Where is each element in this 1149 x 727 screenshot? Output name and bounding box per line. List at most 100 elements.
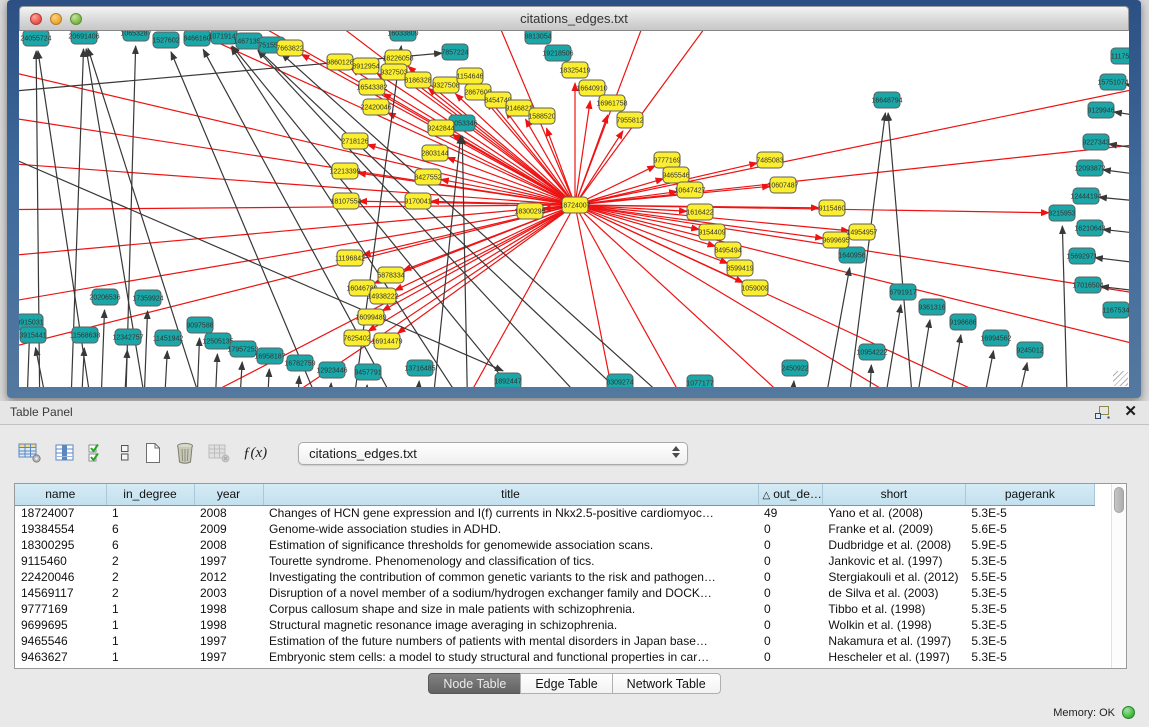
graph-node-label: 9129946 bbox=[1087, 108, 1114, 115]
table-cell: Tibbo et al. (1998) bbox=[822, 601, 965, 617]
close-panel-icon[interactable]: ✕ bbox=[1124, 404, 1137, 420]
graph-node-label: 9227343 bbox=[1082, 140, 1109, 147]
table-row[interactable]: 1830029562008Estimation of significance … bbox=[15, 537, 1094, 553]
tab-node-table[interactable]: Node Table bbox=[428, 673, 521, 694]
column-header[interactable]: in_degree bbox=[106, 484, 194, 505]
tab-network-table[interactable]: Network Table bbox=[612, 673, 721, 694]
show-columns-icon[interactable] bbox=[55, 443, 75, 463]
table-row[interactable]: 969969511998Structural magnetic resonanc… bbox=[15, 617, 1094, 633]
memory-indicator[interactable] bbox=[1122, 706, 1135, 719]
table-cell: 2 bbox=[106, 553, 194, 569]
table-cell: 5.3E-5 bbox=[965, 633, 1094, 649]
graph-node-label: 8599419 bbox=[726, 266, 753, 273]
table-row[interactable]: 2242004622012Investigating the contribut… bbox=[15, 569, 1094, 585]
table-cell: 9463627 bbox=[15, 649, 106, 665]
graph-node-label: 8915031 bbox=[19, 320, 44, 327]
network-canvas-svg[interactable]: 2405572420691406106532871527602846616010… bbox=[19, 31, 1129, 387]
table-cell: de Silva et al. (2003) bbox=[822, 585, 965, 601]
table-scrollbar[interactable] bbox=[1111, 484, 1126, 668]
table-panel: Table Panel ✕ bbox=[0, 401, 1149, 727]
float-window-icon[interactable] bbox=[1095, 406, 1110, 419]
graph-edge-black bbox=[868, 365, 871, 387]
graph-node-label: 18107554 bbox=[330, 199, 361, 206]
graph-node-label: 10607487 bbox=[767, 183, 798, 190]
table-cell: Wolkin et al. (1998) bbox=[822, 617, 965, 633]
column-header[interactable]: △out_de… bbox=[758, 484, 822, 505]
delete-icon[interactable] bbox=[175, 442, 195, 464]
table-cell: 1997 bbox=[194, 633, 263, 649]
table-cell: 14569117 bbox=[15, 585, 106, 601]
tab-edge-table[interactable]: Edge Table bbox=[520, 673, 612, 694]
graph-node-label: 9245012 bbox=[1016, 348, 1043, 355]
new-file-icon[interactable] bbox=[144, 442, 162, 464]
table-cell: 2008 bbox=[194, 537, 263, 553]
table-cell: 5.9E-5 bbox=[965, 537, 1094, 553]
column-header[interactable]: title bbox=[263, 484, 758, 505]
select-columns-icon[interactable] bbox=[88, 443, 106, 463]
graph-node-label: 12093872 bbox=[1074, 166, 1105, 173]
table-cell: 19384554 bbox=[15, 521, 106, 537]
table-source-value: citations_edges.txt bbox=[309, 446, 417, 461]
table-cell: 1 bbox=[106, 649, 194, 665]
function-builder-icon[interactable]: ƒ(x) bbox=[243, 444, 267, 462]
table-cell: 5.3E-5 bbox=[965, 505, 1094, 521]
network-canvas[interactable]: 2405572420691406106532871527602846616010… bbox=[19, 31, 1129, 387]
table-cell: 1997 bbox=[194, 649, 263, 665]
table-options-icon[interactable] bbox=[18, 443, 42, 463]
table-cell: Estimation of the future numbers of pati… bbox=[263, 633, 758, 649]
table-cell: Hescheler et al. (1997) bbox=[822, 649, 965, 665]
table-row[interactable]: 1456911722003Disruption of a novel membe… bbox=[15, 585, 1094, 601]
column-header[interactable]: name bbox=[15, 484, 106, 505]
table-panel-titlebar: Table Panel ✕ bbox=[0, 401, 1149, 425]
network-window-titlebar[interactable]: citations_edges.txt bbox=[19, 6, 1129, 31]
column-header[interactable]: short bbox=[822, 484, 965, 505]
graph-node-label: 16958187 bbox=[254, 354, 285, 361]
graph-node-label: 14954957 bbox=[846, 230, 877, 237]
table-row[interactable]: 1938455462009Genome-wide association stu… bbox=[15, 521, 1094, 537]
table-cell: 18724007 bbox=[15, 505, 106, 521]
graph-node-label: 12505135 bbox=[202, 339, 233, 346]
graph-node-label: 5878334 bbox=[377, 273, 404, 280]
graph-node-label: 17359924 bbox=[132, 296, 163, 303]
table-cell: 1 bbox=[106, 601, 194, 617]
table-row[interactable]: 977716911998Corpus callosum shape and si… bbox=[15, 601, 1094, 617]
graph-node-label: 18724007 bbox=[559, 203, 590, 210]
graph-node-label: 9097588 bbox=[186, 323, 213, 330]
table-cell: Changes of HCN gene expression and I(f) … bbox=[263, 505, 758, 521]
column-header[interactable]: pagerank bbox=[965, 484, 1094, 505]
graph-node-label: 24055724 bbox=[20, 36, 51, 43]
table-cell: Genome-wide association studies in ADHD. bbox=[263, 521, 758, 537]
graph-node-label: 1892447 bbox=[494, 379, 521, 386]
graph-node-label: 9198686 bbox=[949, 320, 976, 327]
table-toolbar: ƒ(x) citations_edges.txt bbox=[0, 425, 1149, 481]
graph-node-label: 9115460 bbox=[819, 206, 846, 213]
column-header[interactable]: year bbox=[194, 484, 263, 505]
graph-edge-black bbox=[978, 351, 994, 387]
table-row[interactable]: 946554611997Estimation of the future num… bbox=[15, 633, 1094, 649]
table-row[interactable]: 946362711997Embryonic stem cells: a mode… bbox=[15, 649, 1094, 665]
table-row[interactable]: 1872400712008Changes of HCN gene express… bbox=[15, 505, 1094, 521]
graph-node-label: 1527602 bbox=[152, 38, 179, 45]
graph-node-label: 19218506 bbox=[542, 51, 573, 58]
graph-node-label: 9465546 bbox=[662, 173, 689, 180]
table-cell: Investigating the contribution of common… bbox=[263, 569, 758, 585]
resize-grip[interactable] bbox=[1113, 371, 1128, 386]
table-cell: 0 bbox=[758, 537, 822, 553]
table-cell: 49 bbox=[758, 505, 822, 521]
graph-edge-red bbox=[395, 205, 575, 290]
graph-node-label: 16033809 bbox=[387, 31, 418, 38]
graph-edge-black bbox=[416, 381, 419, 387]
graph-node-label: 16961758 bbox=[596, 101, 627, 108]
graph-node-label: 16994562 bbox=[980, 336, 1011, 343]
table-cell: Structural magnetic resonance image aver… bbox=[263, 617, 758, 633]
table-cell: Embryonic stem cells: a model to study s… bbox=[263, 649, 758, 665]
graph-node-label: 11451942 bbox=[153, 336, 184, 343]
graph-node-label: 16648794 bbox=[871, 98, 902, 105]
row-height-icon[interactable] bbox=[119, 443, 131, 463]
graph-node-label: 8466160 bbox=[183, 36, 210, 43]
table-row[interactable]: 911546021997Tourette syndrome. Phenomeno… bbox=[15, 553, 1094, 569]
table-cell: 2009 bbox=[194, 521, 263, 537]
table-source-select[interactable]: citations_edges.txt bbox=[298, 442, 688, 465]
table-scrollbar-thumb[interactable] bbox=[1114, 487, 1124, 513]
table-cell: 0 bbox=[758, 569, 822, 585]
